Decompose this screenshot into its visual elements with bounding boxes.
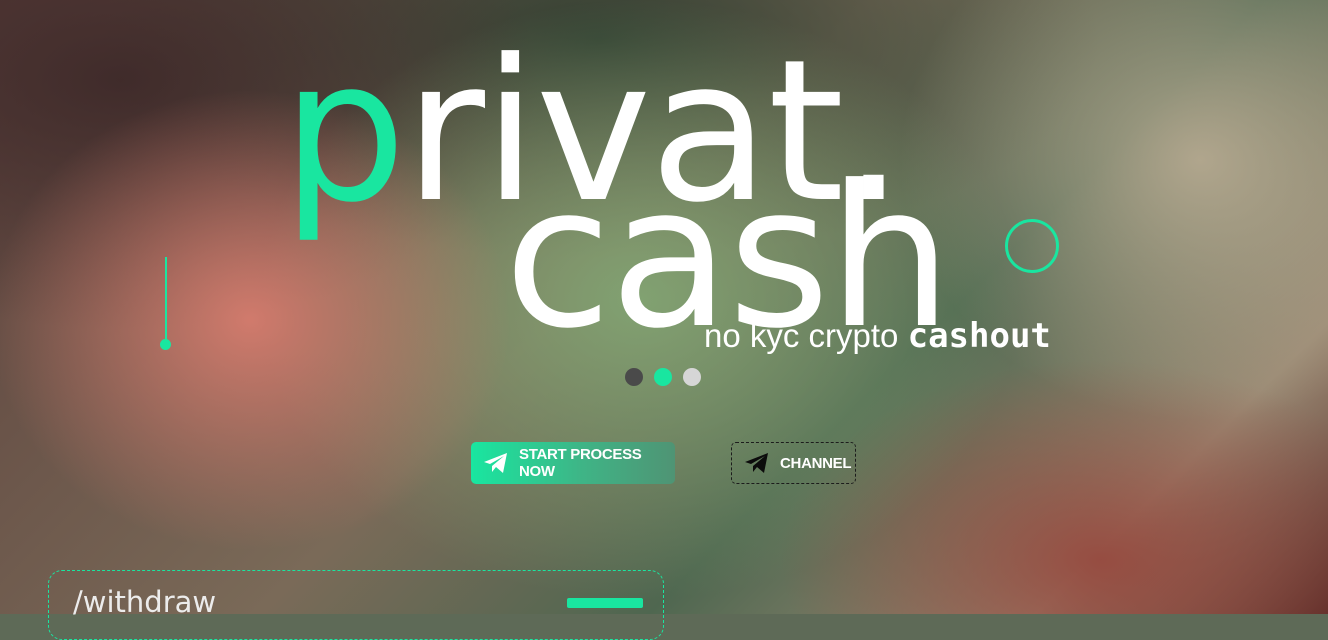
decorative-pendulum-line	[165, 257, 167, 343]
start-process-button[interactable]: START PROCESS NOW	[471, 442, 675, 484]
carousel-dot-2-active[interactable]	[654, 368, 672, 386]
channel-button[interactable]: CHANNEL	[731, 442, 856, 484]
decorative-pendulum-dot	[160, 339, 171, 350]
decorative-ring-icon	[1005, 219, 1059, 273]
telegram-icon	[744, 451, 770, 475]
withdraw-accent-bar	[567, 598, 643, 608]
start-process-label: START PROCESS NOW	[519, 446, 642, 480]
channel-label: CHANNEL	[780, 454, 852, 472]
telegram-icon	[483, 451, 509, 475]
logo-accent-letter: p	[282, 18, 406, 246]
tagline-bold: cashout	[907, 316, 1051, 356]
carousel-dots	[625, 368, 701, 386]
tagline-light: no kyc crypto	[704, 317, 899, 354]
withdraw-card[interactable]: /withdraw	[48, 570, 664, 640]
tagline: no kyc crypto cashout	[704, 316, 1051, 356]
carousel-dot-3[interactable]	[683, 368, 701, 386]
carousel-dot-1[interactable]	[625, 368, 643, 386]
